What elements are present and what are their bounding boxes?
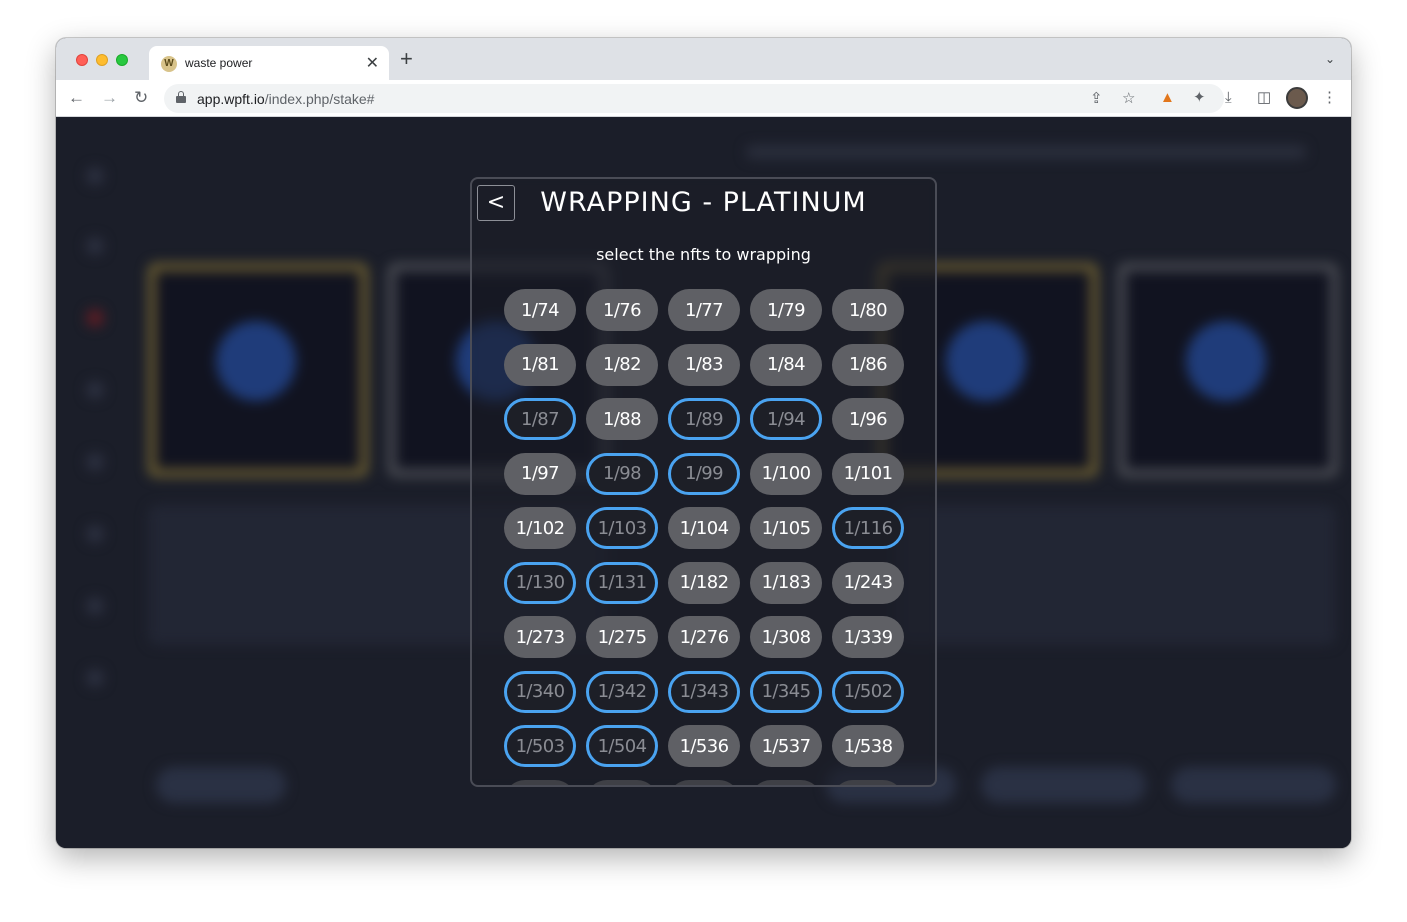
nft-chip[interactable]: 1/183 bbox=[750, 561, 822, 604]
nft-chip[interactable]: 1/98 bbox=[586, 452, 658, 495]
kebab-menu-icon[interactable]: ⋮ bbox=[1322, 90, 1337, 106]
nft-chip[interactable]: 1/537 bbox=[750, 725, 822, 767]
nft-chip[interactable]: 1/89 bbox=[668, 398, 740, 440]
nft-chip[interactable]: 1/100 bbox=[750, 452, 822, 495]
background-button bbox=[981, 767, 1146, 803]
nft-chip[interactable]: 1/130 bbox=[504, 561, 576, 604]
sidebar-icon bbox=[86, 237, 104, 255]
nft-chip[interactable]: 1/96 bbox=[832, 398, 904, 440]
close-tab-icon[interactable]: ✕ bbox=[366, 53, 379, 73]
nft-chip-partial[interactable] bbox=[668, 779, 740, 785]
nft-chip[interactable]: 1/97 bbox=[504, 452, 576, 495]
address-bar[interactable]: app.wpft.io/index.php/stake# ⇪ ☆ bbox=[164, 84, 1224, 113]
sidebar-icon bbox=[86, 453, 104, 471]
browser-tab[interactable]: W waste power ✕ bbox=[149, 46, 389, 80]
sidebar-icon bbox=[86, 167, 104, 185]
nft-chip[interactable]: 1/538 bbox=[832, 725, 904, 767]
sidebar-icon bbox=[86, 525, 104, 543]
nft-chip[interactable]: 1/502 bbox=[832, 670, 904, 713]
back-arrow-icon[interactable]: ← bbox=[68, 88, 85, 108]
reload-icon[interactable]: ↻ bbox=[134, 88, 148, 108]
background-nft-card bbox=[148, 263, 368, 477]
nft-chip[interactable]: 1/102 bbox=[504, 507, 576, 549]
nft-chip[interactable]: 1/82 bbox=[586, 343, 658, 386]
nft-chip[interactable]: 1/84 bbox=[750, 343, 822, 386]
nft-chip-partial[interactable] bbox=[586, 779, 658, 785]
url-text[interactable]: app.wpft.io/index.php/stake# bbox=[197, 91, 374, 107]
nft-chip[interactable]: 1/275 bbox=[586, 616, 658, 658]
profile-avatar[interactable] bbox=[1286, 87, 1308, 109]
nft-grid: 1/74 1/76 1/77 1/79 1/80 1/81 1/82 1/83 1/84 1/86… bbox=[504, 289, 906, 785]
wrapping-modal: < WRAPPING - PLATINUM select the nfts to… bbox=[470, 177, 937, 787]
nft-chip[interactable]: 1/80 bbox=[832, 289, 904, 331]
background-button bbox=[1171, 767, 1336, 803]
modal-title: WRAPPING - PLATINUM bbox=[540, 187, 867, 218]
background-nft-card bbox=[1118, 263, 1338, 477]
nft-chip[interactable]: 1/83 bbox=[668, 343, 740, 386]
nft-chip-partial[interactable] bbox=[832, 779, 904, 785]
nft-chip-partial[interactable] bbox=[750, 779, 822, 785]
sidebar-icon bbox=[86, 381, 104, 399]
nft-chip[interactable]: 1/105 bbox=[750, 507, 822, 549]
download-icon[interactable]: ⤓ bbox=[1225, 90, 1232, 106]
background-button bbox=[156, 767, 286, 803]
tab-search-chevron-icon[interactable]: ⌄ bbox=[1325, 52, 1335, 66]
nft-chip[interactable]: 1/104 bbox=[668, 507, 740, 549]
browser-toolbar: ← → ↻ app.wpft.io/index.php/stake# ⇪ ☆ ▲… bbox=[56, 80, 1351, 117]
forward-arrow-icon[interactable]: → bbox=[101, 88, 118, 108]
nft-chip[interactable]: 1/536 bbox=[668, 725, 740, 767]
close-window-button[interactable] bbox=[76, 54, 88, 66]
page-content: < WRAPPING - PLATINUM select the nfts to… bbox=[56, 117, 1351, 848]
tab-strip: W waste power ✕ + ⌄ bbox=[56, 38, 1351, 80]
share-icon[interactable]: ⇪ bbox=[1090, 89, 1103, 107]
nft-chip[interactable]: 1/243 bbox=[832, 561, 904, 604]
nft-chip[interactable]: 1/79 bbox=[750, 289, 822, 331]
nft-chip[interactable]: 1/74 bbox=[504, 289, 576, 331]
nft-chip[interactable]: 1/87 bbox=[504, 398, 576, 440]
nft-chip[interactable]: 1/340 bbox=[504, 670, 576, 713]
nft-chip-partial[interactable] bbox=[504, 779, 576, 785]
extensions-puzzle-icon[interactable]: ✦ bbox=[1193, 90, 1206, 106]
sidebar-icon bbox=[86, 309, 104, 327]
side-panel-icon[interactable]: ◫ bbox=[1257, 90, 1271, 106]
nft-chip[interactable]: 1/131 bbox=[586, 561, 658, 604]
nft-chip[interactable]: 1/504 bbox=[586, 725, 658, 767]
nft-chip[interactable]: 1/339 bbox=[832, 616, 904, 658]
nft-chip[interactable]: 1/76 bbox=[586, 289, 658, 331]
nft-chip[interactable]: 1/343 bbox=[668, 670, 740, 713]
nft-chip[interactable]: 1/342 bbox=[586, 670, 658, 713]
nft-chip[interactable]: 1/116 bbox=[832, 507, 904, 549]
nft-chip[interactable]: 1/99 bbox=[668, 452, 740, 495]
nft-chip[interactable]: 1/503 bbox=[504, 725, 576, 767]
nft-chip[interactable]: 1/101 bbox=[832, 452, 904, 495]
nft-chip[interactable]: 1/103 bbox=[586, 507, 658, 549]
sidebar-icon bbox=[86, 597, 104, 615]
nft-chip[interactable]: 1/276 bbox=[668, 616, 740, 658]
modal-subtitle: select the nfts to wrapping bbox=[596, 245, 811, 264]
nft-chip[interactable]: 1/345 bbox=[750, 670, 822, 713]
nft-chip[interactable]: 1/77 bbox=[668, 289, 740, 331]
background-nav-links bbox=[746, 145, 1306, 159]
new-tab-button[interactable]: + bbox=[400, 48, 413, 70]
lock-icon[interactable] bbox=[176, 91, 186, 103]
nft-chip[interactable]: 1/88 bbox=[586, 398, 658, 440]
nft-chip[interactable]: 1/86 bbox=[832, 343, 904, 386]
browser-window: W waste power ✕ + ⌄ ← → ↻ app.wpft.io/in… bbox=[56, 38, 1351, 848]
minimize-window-button[interactable] bbox=[96, 54, 108, 66]
nft-chip[interactable]: 1/81 bbox=[504, 343, 576, 386]
sidebar-icon bbox=[86, 669, 104, 687]
nft-chip[interactable]: 1/182 bbox=[668, 561, 740, 604]
nft-chip[interactable]: 1/273 bbox=[504, 616, 576, 658]
site-favicon-icon: W bbox=[161, 56, 177, 72]
tab-title: waste power bbox=[185, 56, 253, 70]
nft-chip[interactable]: 1/94 bbox=[750, 398, 822, 440]
bookmark-star-icon[interactable]: ☆ bbox=[1122, 89, 1135, 107]
zoom-window-button[interactable] bbox=[116, 54, 128, 66]
metamask-fox-icon[interactable]: ▲ bbox=[1160, 90, 1175, 106]
background-panel bbox=[896, 505, 1336, 645]
nft-chip[interactable]: 1/308 bbox=[750, 616, 822, 658]
